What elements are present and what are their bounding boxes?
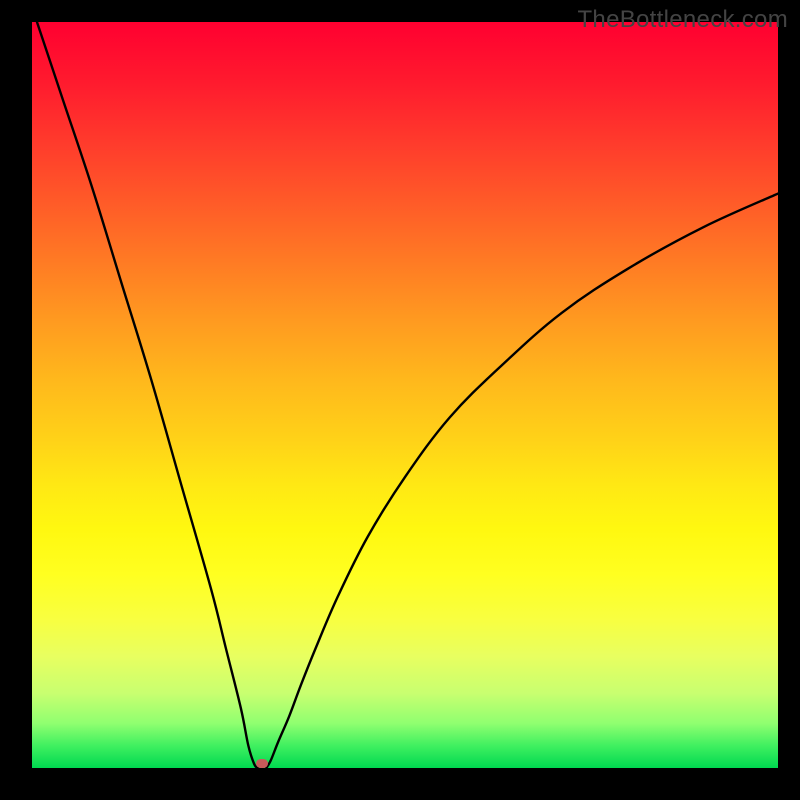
bottleneck-curve [32, 22, 778, 768]
minimum-marker [256, 759, 269, 768]
plot-area [32, 22, 778, 768]
series-left-branch [32, 22, 258, 768]
branding-watermark: TheBottleneck.com [577, 6, 788, 34]
chart-frame: TheBottleneck.com [0, 0, 800, 800]
series-right-branch [266, 194, 778, 768]
